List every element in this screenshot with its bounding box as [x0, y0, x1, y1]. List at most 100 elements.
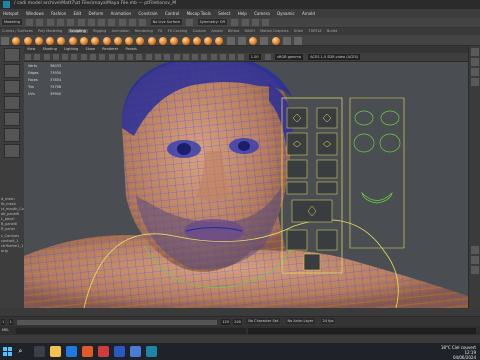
viewport-menu-item[interactable]: Renderer — [102, 47, 118, 51]
resolution-gate-icon[interactable] — [80, 54, 87, 60]
fps-dropdown[interactable]: 24 fps — [320, 318, 336, 324]
bulge-brush-icon[interactable] — [181, 36, 190, 45]
lasso-tool-icon[interactable] — [4, 64, 20, 78]
shelf-tab[interactable]: Custom — [193, 29, 206, 33]
shelf-tab-active[interactable]: Sculpting — [67, 29, 88, 33]
last-tool-icon[interactable] — [4, 144, 20, 158]
modeling-toolkit-tab-icon[interactable] — [471, 78, 479, 86]
outliner-item[interactable]: ctrlframe1_1 — [1, 244, 24, 248]
spray-brush-icon[interactable] — [91, 36, 100, 45]
shelf-menu-icon[interactable] — [1, 36, 9, 45]
shelf-tab[interactable]: TURTLE — [309, 29, 322, 33]
time-slider[interactable] — [0, 308, 480, 316]
redo-icon[interactable] — [67, 19, 75, 26]
photoshop-icon[interactable] — [114, 346, 125, 357]
select-component-icon[interactable] — [98, 19, 106, 26]
task-view-icon[interactable] — [34, 346, 45, 357]
live-surface-dropdown[interactable]: No Live Surface — [150, 19, 183, 25]
move-tool-icon[interactable] — [4, 96, 20, 110]
scrape-brush-icon[interactable] — [136, 36, 145, 45]
outliner-item[interactable]: orig — [1, 249, 24, 253]
shelf-tab[interactable]: Bifrost — [228, 29, 239, 33]
menu-item[interactable]: Dynamic — [277, 11, 295, 16]
outliner-item[interactable]: ab_paneltl — [1, 212, 24, 216]
mode-dropdown[interactable]: Modeling — [2, 19, 22, 25]
shelf-tab[interactable]: FX — [158, 29, 162, 33]
file-explorer-icon[interactable] — [50, 346, 61, 357]
save-scene-icon[interactable] — [46, 19, 54, 26]
shelf-tab[interactable]: Bullet — [327, 29, 337, 33]
character-set-dropdown[interactable]: No Character Set — [246, 318, 281, 324]
outliner-item[interactable]: controlt_1 — [1, 239, 24, 243]
layer-editor-icon[interactable] — [471, 246, 479, 254]
shelf-tab[interactable]: MASH — [245, 29, 255, 33]
fill-brush-icon[interactable] — [147, 36, 156, 45]
pinch-brush-icon[interactable] — [57, 36, 66, 45]
field-chart-icon[interactable] — [99, 54, 106, 60]
blend-brush-icon[interactable] — [249, 36, 258, 45]
shelf-tab[interactable]: Animation — [112, 29, 130, 33]
snap-point-icon[interactable] — [129, 19, 137, 26]
camera-attributes-icon[interactable] — [34, 54, 41, 60]
shelf-tab[interactable]: Arnold — [211, 29, 222, 33]
amplify-brush-icon[interactable] — [192, 36, 201, 45]
lights-icon[interactable] — [154, 54, 161, 60]
xray-icon[interactable] — [219, 54, 226, 60]
menu-item[interactable]: Arnold — [302, 11, 315, 16]
menu-item[interactable]: Hotspot — [3, 11, 19, 16]
grid-icon[interactable] — [62, 54, 69, 60]
snap-curve-icon[interactable] — [118, 19, 126, 26]
perspective-viewport[interactable]: View Shading Lighting Show Renderer Pane… — [24, 46, 468, 308]
exposure-field[interactable]: 1.00 — [248, 54, 261, 60]
ambient-occlusion-icon[interactable] — [173, 54, 180, 60]
flatten-brush-icon[interactable] — [68, 36, 77, 45]
smear-brush-icon[interactable] — [170, 36, 179, 45]
menu-item[interactable]: Animation — [111, 11, 131, 16]
outliner-item[interactable]: R_panel — [1, 227, 24, 231]
snap-view-icon[interactable] — [139, 19, 147, 26]
windows-start-icon[interactable] — [3, 347, 12, 356]
wireframe-icon[interactable] — [117, 54, 124, 60]
select-camera-icon[interactable] — [25, 54, 31, 60]
relax-brush-icon[interactable] — [34, 36, 43, 45]
menu-item[interactable]: Mocap Tools — [187, 11, 211, 16]
shelf-tab[interactable]: Rendering — [135, 29, 153, 33]
viewport-menu-item[interactable]: Panels — [126, 47, 137, 51]
isolate-select-icon[interactable] — [210, 54, 217, 60]
menu-item[interactable]: Edit — [73, 11, 81, 16]
sculpt-tools-icon[interactable] — [283, 36, 292, 45]
viewport-menu-item[interactable]: View — [27, 47, 35, 51]
outliner-item[interactable]: L_panel — [1, 217, 24, 221]
app-blue-icon[interactable] — [130, 346, 141, 357]
select-object-icon[interactable] — [87, 19, 95, 26]
command-input[interactable] — [16, 327, 246, 334]
render-icon[interactable] — [231, 19, 239, 26]
shelf-tab[interactable]: Motion Graphics — [260, 29, 288, 33]
end-frame-field[interactable]: 200 — [233, 319, 242, 325]
shelf-tab[interactable]: FX Caching — [168, 29, 188, 33]
ipr-render-icon[interactable] — [241, 19, 249, 26]
viewport-menu-item[interactable]: Lighting — [64, 47, 78, 51]
shelf-tab[interactable]: Rigging — [93, 29, 106, 33]
shadows-icon[interactable] — [164, 54, 171, 60]
anti-alias-icon[interactable] — [192, 54, 199, 60]
symmetry-dropdown[interactable]: Symmetry: Off — [197, 19, 227, 25]
viewport-menu-item[interactable]: Shading — [43, 47, 57, 51]
menu-item[interactable]: Control — [165, 11, 179, 16]
knife-brush-icon[interactable] — [158, 36, 167, 45]
outliner-item[interactable]: ct_mouth_Corner — [1, 207, 24, 211]
shelf-tab[interactable]: Curves / Surfaces — [2, 29, 33, 33]
undo-icon[interactable] — [57, 19, 65, 26]
repeat-brush-icon[interactable] — [102, 36, 111, 45]
image-plane-icon[interactable] — [52, 54, 59, 60]
layer-options-icon[interactable] — [471, 266, 479, 274]
depth-of-field-icon[interactable] — [201, 54, 208, 60]
select-tool-icon[interactable] — [4, 48, 20, 62]
outliner-item[interactable]: fb_mesh — [1, 202, 24, 206]
menu-item[interactable]: Select — [218, 11, 230, 16]
outliner-item[interactable]: c_Controls — [1, 234, 24, 238]
shelf-tab[interactable]: XGen — [294, 29, 303, 33]
menu-item[interactable]: Help — [238, 11, 247, 16]
gamma-field[interactable]: sRGB gamma — [275, 54, 303, 60]
sculpt-brush-icon[interactable] — [12, 36, 21, 45]
